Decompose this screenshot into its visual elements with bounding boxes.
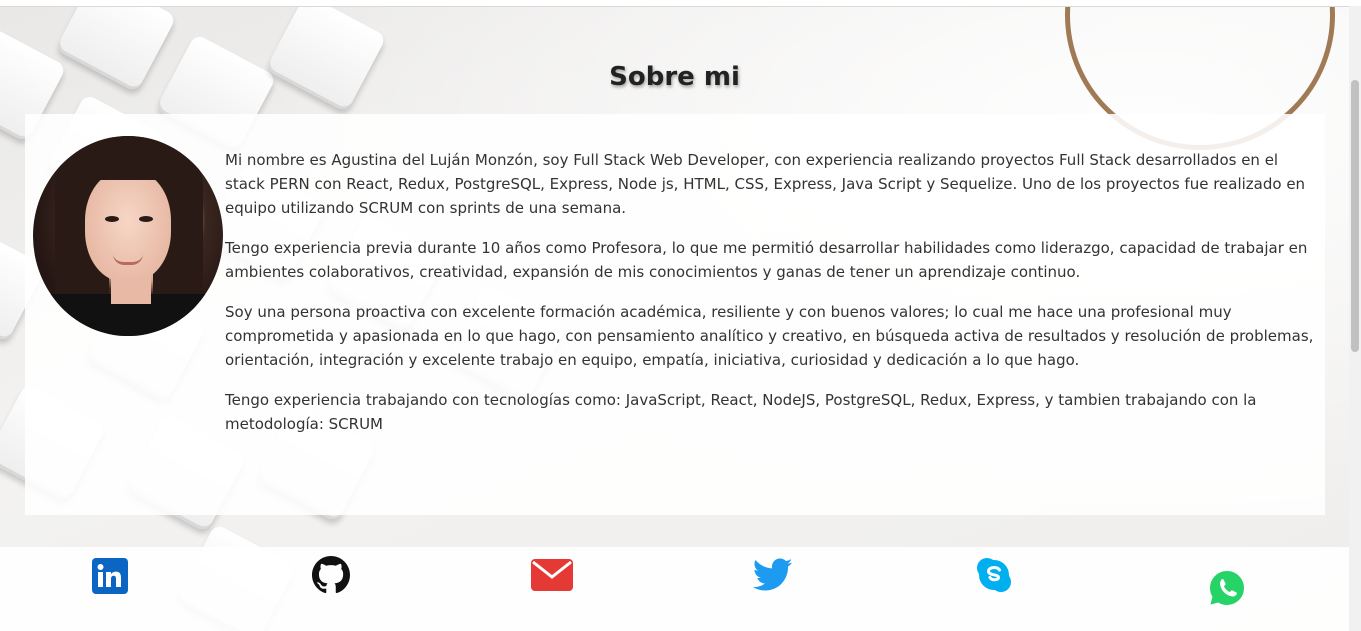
github-icon [312, 556, 350, 594]
skype-icon [977, 558, 1011, 592]
email-link[interactable] [531, 559, 573, 591]
bio-text: Mi nombre es Agustina del Luján Monzón, … [225, 148, 1315, 452]
github-link[interactable] [312, 556, 350, 594]
section-title: Sobre mi [609, 61, 740, 92]
linkedin-icon [92, 558, 128, 594]
about-card: Mi nombre es Agustina del Luján Monzón, … [25, 114, 1325, 515]
bio-paragraph: Tengo experiencia trabajando con tecnolo… [225, 391, 1257, 433]
bio-paragraph: Mi nombre es Agustina del Luján Monzón, … [225, 151, 1306, 217]
browser-top-edge [0, 0, 1361, 7]
email-icon [531, 559, 573, 591]
bio-paragraph: Tengo experiencia previa durante 10 años… [225, 239, 1308, 281]
skype-link[interactable] [976, 557, 1012, 593]
linkedin-link[interactable] [92, 558, 128, 594]
whatsapp-link[interactable] [1207, 568, 1247, 608]
page-scrollbar[interactable] [1349, 6, 1361, 631]
twitter-icon [753, 558, 793, 591]
bio-paragraph: Soy una persona proactiva con excelente … [225, 303, 1314, 369]
twitter-link[interactable] [753, 558, 793, 592]
social-links-bar [0, 547, 1349, 631]
whatsapp-icon [1207, 568, 1247, 608]
scrollbar-thumb[interactable] [1351, 80, 1359, 352]
profile-photo [33, 136, 223, 336]
